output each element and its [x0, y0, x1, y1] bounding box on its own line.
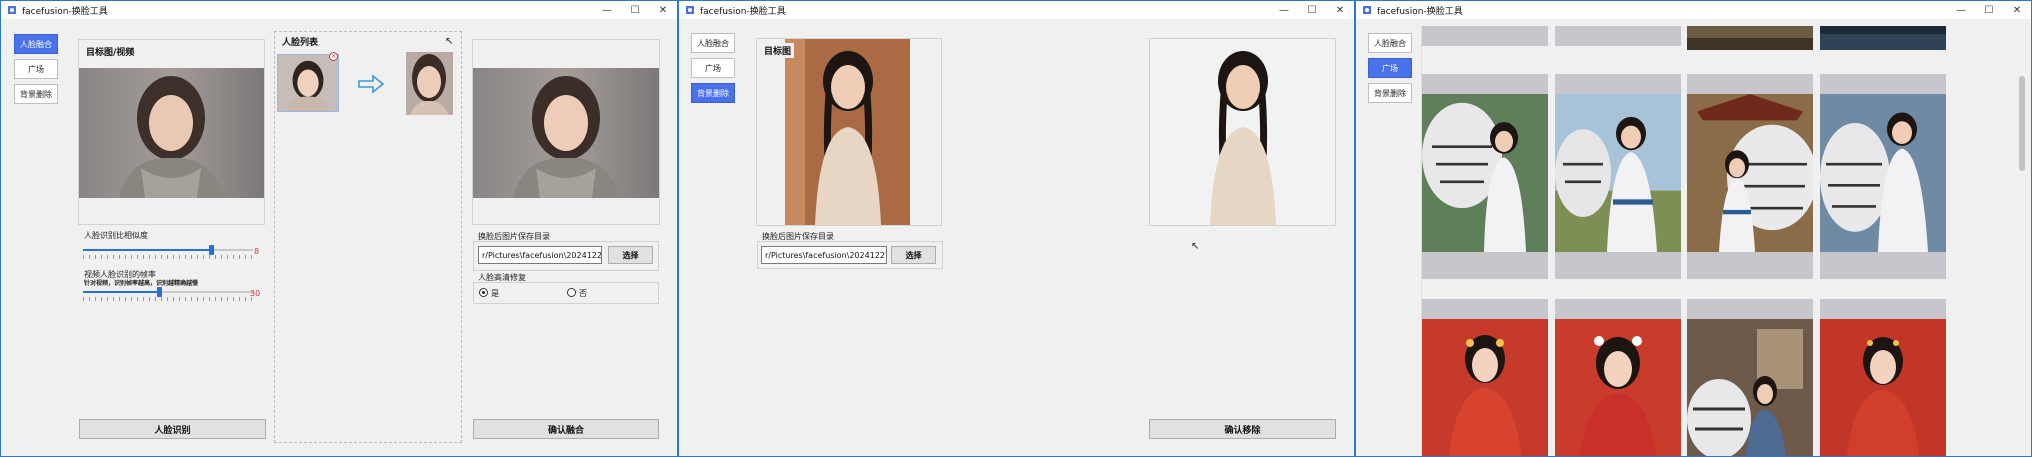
- gallery-tile[interactable]: [1687, 299, 1813, 456]
- confirm-fusion-button[interactable]: 确认融合: [473, 419, 659, 439]
- window-bg-remove: facefusion-换脸工具 — ☐ ✕ 人脸融合 广场 背景删除 目标图 换…: [678, 0, 1355, 457]
- similarity-slider-fill: [83, 249, 211, 251]
- app-icon: [1363, 6, 1371, 14]
- nav-plaza-button[interactable]: 广场: [691, 58, 735, 78]
- nav-plaza-button[interactable]: 广场: [14, 59, 58, 79]
- maximize-icon[interactable]: ☐: [1298, 1, 1326, 19]
- close-icon[interactable]: ✕: [1326, 1, 1354, 19]
- nav-face-fusion-button[interactable]: 人脸融合: [14, 34, 58, 54]
- minimize-icon[interactable]: —: [1947, 1, 1975, 19]
- choose-dir-button[interactable]: 选择: [608, 246, 653, 264]
- gallery-tile[interactable]: [1820, 74, 1946, 279]
- save-dir-input[interactable]: r/Pictures\facefusion\20241227: [761, 246, 887, 264]
- enhance-no-label: 否: [579, 289, 587, 298]
- confirm-remove-button[interactable]: 确认移除: [1149, 419, 1336, 439]
- minimize-icon[interactable]: —: [1270, 1, 1298, 19]
- remove-face-icon[interactable]: ×: [329, 52, 338, 61]
- fps-slider-thumb[interactable]: [157, 287, 162, 297]
- gallery-tile[interactable]: [1687, 26, 1813, 50]
- similarity-ticks: [83, 255, 253, 259]
- result-image[interactable]: [473, 68, 659, 198]
- target-panel: 目标图/视频: [78, 39, 265, 225]
- nav-face-fusion-button[interactable]: 人脸融合: [691, 33, 735, 53]
- enhance-group: [473, 282, 659, 304]
- similarity-slider-thumb[interactable]: [209, 245, 214, 255]
- window-title: facefusion-换脸工具: [22, 6, 108, 17]
- nav-plaza-button[interactable]: 广场: [1368, 58, 1412, 78]
- gallery-tile[interactable]: [1555, 74, 1681, 279]
- gallery-tile[interactable]: [1820, 26, 1946, 50]
- window-face-fusion: facefusion-换脸工具 — ☐ ✕ 人脸融合 广场 背景删除 目标图/视…: [0, 0, 678, 457]
- enhance-no-radio[interactable]: [567, 288, 576, 297]
- app-icon: [686, 6, 694, 14]
- window-title: facefusion-换脸工具: [700, 6, 786, 17]
- enhance-yes-radio[interactable]: [479, 288, 488, 297]
- window-title: facefusion-换脸工具: [1377, 6, 1463, 17]
- maximize-icon[interactable]: ☐: [1975, 1, 2003, 19]
- minimize-icon[interactable]: —: [593, 1, 621, 19]
- face-list-item[interactable]: [277, 54, 339, 112]
- target-panel: 目标图: [756, 38, 942, 226]
- mouse-cursor: ↖: [1191, 241, 1200, 252]
- nav-face-fusion-button[interactable]: 人脸融合: [1368, 33, 1412, 53]
- fps-ticks: [83, 297, 253, 301]
- target-label: 目标图: [761, 43, 795, 58]
- source-face-image[interactable]: [406, 52, 453, 115]
- gallery-tile[interactable]: [1555, 26, 1681, 46]
- arrow-right-icon: [358, 74, 385, 94]
- result-panel: [472, 39, 660, 225]
- result-image[interactable]: [1180, 39, 1305, 225]
- gallery-tile[interactable]: [1820, 299, 1946, 456]
- save-dir-input[interactable]: r/Pictures\facefusion\20241227: [478, 246, 602, 264]
- nav-bg-remove-button[interactable]: 背景删除: [1368, 83, 1412, 103]
- fps-slider-fill: [83, 291, 159, 293]
- close-icon[interactable]: ✕: [2003, 1, 2031, 19]
- app-icon: [8, 6, 16, 14]
- target-image[interactable]: [785, 39, 910, 225]
- gallery-scrollbar[interactable]: [2017, 26, 2027, 456]
- window-controls: — ☐ ✕: [593, 1, 677, 19]
- gallery-tile[interactable]: [1422, 26, 1548, 46]
- fps-hint: 针对视频，识别帧率越高，识别越精确越慢: [84, 280, 199, 287]
- maximize-icon[interactable]: ☐: [621, 1, 649, 19]
- similarity-value: 8: [254, 247, 260, 256]
- face-list-label: 人脸列表: [279, 34, 322, 49]
- face-list-panel: 人脸列表 ×: [274, 31, 462, 443]
- enhance-yes-label: 是: [491, 289, 499, 298]
- target-label: 目标图/视频: [83, 44, 138, 59]
- close-icon[interactable]: ✕: [649, 1, 677, 19]
- title-bar: facefusion-换脸工具: [1356, 1, 2031, 19]
- gallery-tile[interactable]: [1422, 299, 1548, 456]
- nav-bg-remove-button[interactable]: 背景删除: [691, 83, 735, 103]
- window-controls: — ☐ ✕: [1947, 1, 2031, 19]
- gallery-tile[interactable]: [1687, 74, 1813, 279]
- fps-value: 30: [250, 289, 261, 298]
- window-plaza: facefusion-换脸工具 — ☐ ✕ 人脸融合 广场 背景删除: [1355, 0, 2032, 457]
- result-panel: [1149, 38, 1336, 226]
- gallery-area: [1421, 26, 2021, 456]
- gallery-tile[interactable]: [1555, 299, 1681, 456]
- title-bar: facefusion-换脸工具: [679, 1, 1354, 19]
- nav-bg-remove-button[interactable]: 背景删除: [14, 84, 58, 104]
- window-controls: — ☐ ✕: [1270, 1, 1354, 19]
- title-bar: facefusion-换脸工具: [1, 1, 677, 19]
- face-detect-button[interactable]: 人脸识别: [79, 419, 266, 439]
- gallery-scrollbar-thumb[interactable]: [2019, 76, 2025, 171]
- mouse-cursor: ↖: [445, 36, 454, 47]
- target-image[interactable]: [79, 68, 264, 198]
- gallery-tile[interactable]: [1422, 74, 1548, 279]
- similarity-label: 人脸识别比相似度: [84, 231, 148, 240]
- choose-dir-button[interactable]: 选择: [891, 246, 936, 264]
